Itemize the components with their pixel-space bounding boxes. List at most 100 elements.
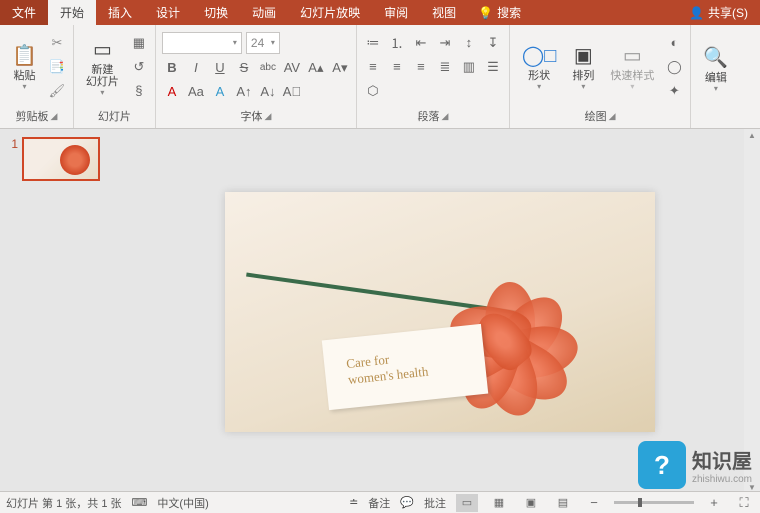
shadow-button[interactable]: abc	[258, 58, 278, 78]
thumbnail-item[interactable]: 1	[4, 137, 116, 181]
new-slide-button[interactable]: ▭ 新建 幻灯片 ▾	[80, 35, 125, 99]
bold-button[interactable]: B	[162, 58, 182, 78]
shape-outline-button[interactable]: ◯	[664, 57, 684, 77]
tab-view[interactable]: 视图	[420, 0, 468, 25]
normal-view-button[interactable]: ▭	[456, 494, 478, 512]
line-spacing-button[interactable]: ↕	[459, 33, 479, 53]
shapes-button[interactable]: ◯□ 形状 ▾	[516, 41, 562, 93]
paste-button[interactable]: 📋 粘贴 ▾	[6, 41, 43, 93]
zoom-in-button[interactable]: +	[704, 493, 724, 513]
tab-animations[interactable]: 动画	[240, 0, 288, 25]
language-label[interactable]: 中文(中国)	[157, 495, 208, 511]
person-icon: 👤	[689, 6, 704, 20]
tab-transitions[interactable]: 切换	[192, 0, 240, 25]
section-button[interactable]: §	[129, 81, 149, 101]
format-painter-button[interactable]: 🖌	[47, 81, 67, 101]
thumbnail-panel: 1	[0, 129, 120, 494]
zoom-thumb[interactable]	[638, 498, 642, 507]
chevron-down-icon: ▾	[581, 82, 585, 91]
fit-window-button[interactable]: ⛶	[734, 493, 754, 513]
arrange-button[interactable]: ▣ 排列 ▾	[566, 41, 600, 93]
underline-button[interactable]: U	[210, 58, 230, 78]
zoom-out-button[interactable]: −	[584, 493, 604, 513]
slideshow-view-button[interactable]: ▤	[552, 494, 574, 512]
lightbulb-icon: 💡	[478, 6, 493, 20]
dialog-launcher-icon[interactable]: ◢	[50, 111, 57, 122]
dialog-launcher-icon[interactable]: ◢	[441, 111, 448, 122]
styles-icon: ▭	[623, 43, 642, 68]
cut-button[interactable]: ✂	[47, 33, 67, 53]
thumb-number: 1	[4, 137, 18, 181]
watermark-logo: ? 知识屋 zhishiwu.com	[638, 441, 752, 489]
ribbon: 📋 粘贴 ▾ ✂ 📑 🖌 剪贴板◢ ▭ 新建 幻灯片 ▾ ▦ ↺ §	[0, 25, 760, 129]
shrink-font-button[interactable]: A▾	[330, 58, 350, 78]
reset-button[interactable]: ↺	[129, 57, 149, 77]
reading-view-button[interactable]: ▣	[520, 494, 542, 512]
group-slides: ▭ 新建 幻灯片 ▾ ▦ ↺ § 幻灯片	[74, 25, 156, 128]
char-spacing-button[interactable]: AV	[282, 58, 302, 78]
align-left-button[interactable]: ≡	[363, 57, 383, 77]
quick-styles-button[interactable]: ▭ 快速样式 ▾	[604, 41, 660, 93]
group-label-drawing: 绘图	[585, 108, 607, 124]
chevron-down-icon: ▾	[100, 88, 104, 97]
font-color-button[interactable]: A	[162, 82, 182, 102]
find-icon: 🔍	[703, 45, 728, 70]
arrange-icon: ▣	[574, 43, 593, 68]
tab-home[interactable]: 开始	[48, 0, 96, 25]
comments-button[interactable]: 批注	[424, 495, 446, 511]
columns-button[interactable]: ▥	[459, 57, 479, 77]
notes-button[interactable]: 备注	[368, 495, 390, 511]
numbering-button[interactable]: ⒈	[387, 33, 407, 53]
scroll-up-icon[interactable]: ▲	[748, 131, 756, 140]
italic-button[interactable]: I	[186, 58, 206, 78]
group-label-clipboard: 剪贴板	[15, 108, 48, 124]
new-slide-label: 新建 幻灯片	[86, 64, 119, 88]
clear-format-button[interactable]: A⃠	[282, 82, 302, 102]
justify-button[interactable]: ≣	[435, 57, 455, 77]
edit-label: 编辑	[705, 72, 727, 84]
tell-me-search[interactable]: 💡 搜索	[468, 0, 531, 25]
arrange-label: 排列	[572, 70, 594, 82]
font-size-input[interactable]: 24▾	[246, 32, 280, 54]
share-button[interactable]: 👤 共享(S)	[677, 0, 760, 25]
group-drawing: ◯□ 形状 ▾ ▣ 排列 ▾ ▭ 快速样式 ▾ ◐ ◯ ✦ 绘图◢	[510, 25, 691, 128]
indent-right-button[interactable]: ⇥	[435, 33, 455, 53]
dialog-launcher-icon[interactable]: ◢	[264, 111, 271, 122]
tab-slideshow[interactable]: 幻灯片放映	[288, 0, 372, 25]
tab-design[interactable]: 设计	[144, 0, 192, 25]
zoom-slider[interactable]	[614, 501, 694, 504]
shape-effects-button[interactable]: ✦	[664, 81, 684, 101]
copy-button[interactable]: 📑	[47, 57, 67, 77]
grow-font-button[interactable]: A▴	[306, 58, 326, 78]
smartart-button[interactable]: ⬡	[363, 81, 383, 101]
editing-button[interactable]: 🔍 编辑 ▾	[697, 43, 734, 95]
slide-canvas[interactable]: Care for women's health ▲ ▼	[120, 129, 760, 494]
tab-insert[interactable]: 插入	[96, 0, 144, 25]
layout-button[interactable]: ▦	[129, 33, 149, 53]
slide-content[interactable]: Care for women's health	[225, 192, 655, 432]
statusbar: 幻灯片 第 1 张，共 1 张 ⌨ 中文(中国) ≐ 备注 💬 批注 ▭ ▦ ▣…	[0, 491, 760, 513]
indent-left-button[interactable]: ⇤	[411, 33, 431, 53]
dialog-launcher-icon[interactable]: ◢	[609, 111, 616, 122]
highlight-button[interactable]: A	[210, 82, 230, 102]
group-label-paragraph: 段落	[417, 108, 439, 124]
notes-icon: ≐	[349, 496, 358, 509]
quickstyle-label: 快速样式	[610, 70, 654, 82]
shape-fill-button[interactable]: ◐	[664, 33, 684, 53]
grow-button[interactable]: A↑	[234, 82, 254, 102]
strike-button[interactable]: S	[234, 58, 254, 78]
shrink-button[interactable]: A↓	[258, 82, 278, 102]
tab-review[interactable]: 审阅	[372, 0, 420, 25]
slide-thumb[interactable]	[22, 137, 100, 181]
sorter-view-button[interactable]: ▦	[488, 494, 510, 512]
lang-icon: ⌨	[132, 496, 148, 509]
bullets-button[interactable]: ≔	[363, 33, 383, 53]
vertical-scrollbar[interactable]: ▲ ▼	[744, 129, 760, 494]
align-right-button[interactable]: ≡	[411, 57, 431, 77]
tab-file[interactable]: 文件	[0, 0, 48, 25]
change-case-button[interactable]: Aa	[186, 82, 206, 102]
align-text-button[interactable]: ☰	[483, 57, 503, 77]
font-family-input[interactable]: ▾	[162, 32, 242, 54]
text-direction-button[interactable]: ↧	[483, 33, 503, 53]
align-center-button[interactable]: ≡	[387, 57, 407, 77]
